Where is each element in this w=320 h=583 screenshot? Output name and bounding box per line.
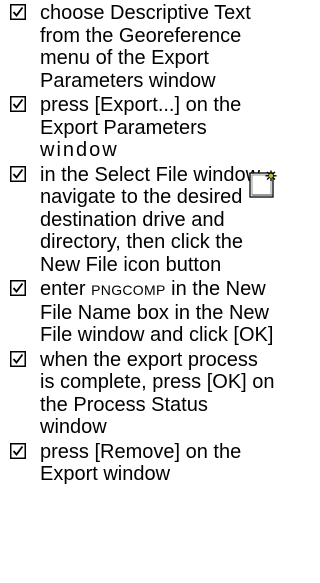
step-text-main: press [Export...] on the Export Paramete… [40, 94, 242, 139]
file-name-code: PNGCOMP [91, 282, 166, 298]
step-text: choose Descriptive Text from the Georefe… [40, 2, 251, 92]
step-text: enter PNGCOMP in the New File Name box i… [40, 278, 276, 347]
checklist-item: press [Export...] on the Export Paramete… [0, 94, 286, 162]
step-text: press [Export...] on the Export Paramete… [40, 94, 276, 162]
step-text-window: window [40, 139, 119, 161]
checked-box-icon [10, 96, 26, 112]
step-text: in the Select File window, navigate to t… [40, 163, 265, 276]
step-text: when the export process is complete, pre… [40, 348, 275, 439]
checklist-item: press [Remove] on the Export window [0, 441, 286, 486]
step-text-pre: enter [40, 278, 92, 300]
checked-box-icon [10, 4, 26, 20]
new-file-icon [249, 170, 277, 198]
checked-box-icon [10, 280, 26, 296]
checked-box-icon [10, 350, 26, 367]
checklist-item: enter PNGCOMP in the New File Name box i… [0, 278, 286, 347]
checked-box-icon [10, 442, 26, 459]
checklist-item: in the Select File window, navigate to t… [0, 164, 286, 277]
checklist: choose Descriptive Text from the Georefe… [0, 2, 286, 488]
step-text: press [Remove] on the Export window [40, 440, 242, 486]
checklist-item: choose Descriptive Text from the Georefe… [0, 2, 286, 92]
checklist-item: when the export process is complete, pre… [0, 349, 286, 439]
checked-box-icon [10, 165, 26, 182]
